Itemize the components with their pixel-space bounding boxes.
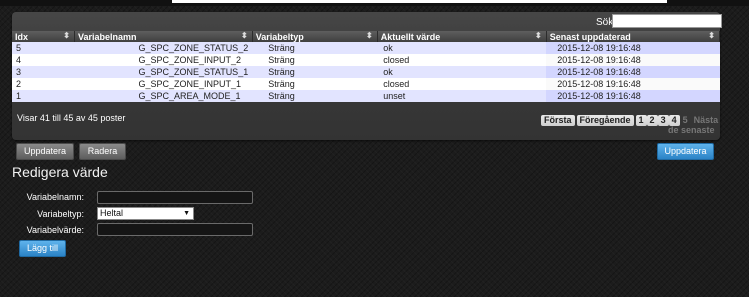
cell-idx: 3 (12, 66, 75, 78)
column-header-idx[interactable]: Idx ⬍ (12, 31, 75, 42)
sort-desc-icon: ⬍ (708, 31, 715, 40)
variable-type-label: Variabeltyp: (37, 209, 84, 219)
table-row[interactable]: 1 G_SPC_AREA_MODE_1 Sträng unset 2015-12… (12, 90, 720, 102)
pager-page-2[interactable]: 2 (646, 115, 658, 126)
add-button[interactable]: Lägg till (19, 240, 66, 257)
table-row[interactable]: 3 G_SPC_ZONE_STATUS_1 Sträng ok 2015-12-… (12, 66, 720, 78)
variables-table: Idx ⬍ Variabelnamn ⬍ Variabeltyp ⬍ Aktuellt… (12, 31, 721, 102)
cell-value: ok (377, 42, 547, 54)
pager-last-button: de senaste (668, 125, 715, 135)
pager-page-1[interactable]: 1 (635, 115, 647, 126)
cell-type: Sträng (252, 42, 378, 54)
column-header-name[interactable]: Variabelnamn ⬍ (74, 31, 253, 42)
search-input[interactable] (612, 14, 722, 28)
table-row[interactable]: 5 G_SPC_ZONE_STATUS_2 Sträng ok 2015-12-… (12, 42, 720, 54)
dropdown-arrow-icon: ▼ (183, 210, 190, 217)
sort-icon: ⬍ (63, 31, 70, 40)
table-row[interactable]: 4 G_SPC_ZONE_INPUT_2 Sträng closed 2015-… (12, 54, 720, 66)
cell-value: unset (377, 90, 547, 102)
cell-name: G_SPC_AREA_MODE_1 (74, 90, 253, 102)
column-header-type[interactable]: Variabeltyp ⬍ (252, 31, 378, 42)
variable-type-select[interactable]: Heltal ▼ (97, 207, 194, 220)
variable-value-field[interactable] (97, 223, 253, 236)
cell-updated: 2015-12-08 19:16:48 (546, 78, 720, 90)
cell-name: G_SPC_ZONE_STATUS_2 (74, 42, 253, 54)
table-info: Visar 41 till 45 av 45 poster (17, 113, 126, 123)
pager-prev-button[interactable]: Föregående (576, 115, 634, 126)
cell-type: Sträng (252, 66, 378, 78)
cell-type: Sträng (252, 78, 378, 90)
cell-value: closed (377, 54, 547, 66)
update-button[interactable]: Uppdatera (16, 143, 74, 160)
top-strip (0, 0, 749, 6)
top-white-band (172, 0, 667, 3)
sort-icon: ⬍ (241, 31, 248, 40)
cell-updated: 2015-12-08 19:16:48 (546, 42, 720, 54)
sort-icon: ⬍ (366, 31, 373, 40)
variable-name-label: Variabelnamn: (26, 192, 84, 202)
column-header-value[interactable]: Aktuellt värde ⬍ (377, 31, 547, 42)
cell-idx: 2 (12, 78, 75, 90)
edit-section-title: Redigera värde (12, 164, 108, 180)
cell-updated: 2015-12-08 19:16:48 (546, 90, 720, 102)
cell-updated: 2015-12-08 19:16:48 (546, 54, 720, 66)
cell-type: Sträng (252, 54, 378, 66)
cell-idx: 4 (12, 54, 75, 66)
update-button-right[interactable]: Uppdatera (657, 143, 714, 160)
cell-idx: 5 (12, 42, 75, 54)
cell-value: ok (377, 66, 547, 78)
cell-value: closed (377, 78, 547, 90)
cell-name: G_SPC_ZONE_STATUS_1 (74, 66, 253, 78)
pager-first-button[interactable]: Första (541, 115, 575, 126)
pager-page-3[interactable]: 3 (657, 115, 669, 126)
column-header-updated[interactable]: Senast uppdaterad ⬍ (546, 31, 721, 42)
cell-name: G_SPC_ZONE_INPUT_1 (74, 78, 253, 90)
cell-updated: 2015-12-08 19:16:48 (546, 66, 720, 78)
variable-value-label: Variabelvärde: (26, 225, 84, 235)
delete-button[interactable]: Radera (79, 143, 126, 160)
cell-type: Sträng (252, 90, 378, 102)
pagination: Första Föregående 1 2 3 4 5 Nästa (541, 112, 721, 126)
table-row[interactable]: 2 G_SPC_ZONE_INPUT_1 Sträng closed 2015-… (12, 78, 720, 90)
table-header-row: Idx ⬍ Variabelnamn ⬍ Variabeltyp ⬍ Aktuellt… (12, 31, 721, 42)
sort-icon: ⬍ (535, 31, 542, 40)
variable-name-field[interactable] (97, 191, 253, 204)
cell-idx: 1 (12, 90, 75, 102)
cell-name: G_SPC_ZONE_INPUT_2 (74, 54, 253, 66)
